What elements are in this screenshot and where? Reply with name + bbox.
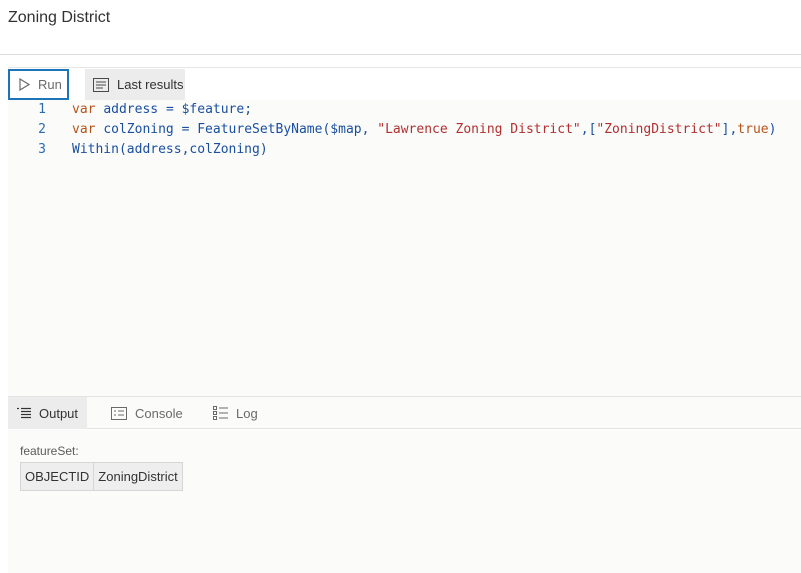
tab-output-label: Output — [39, 405, 79, 421]
last-results-button[interactable]: Last results — [85, 69, 185, 100]
code-editor[interactable]: 1 var address = $feature; 2 var colZonin… — [8, 100, 801, 396]
editor-toolbar: Run Last results — [8, 67, 801, 100]
run-button[interactable]: Run — [8, 69, 69, 100]
code-text: Within(address,colZoning) — [72, 142, 268, 157]
output-list-icon — [17, 407, 31, 419]
title-bar: Zoning District — [0, 0, 801, 55]
line-number: 3 — [38, 142, 46, 157]
tab-console-label: Console — [135, 405, 183, 421]
column-header-objectid[interactable]: OBJECTID — [19, 462, 95, 491]
tab-log-label: Log — [236, 405, 258, 421]
page-title: Zoning District — [8, 9, 111, 26]
code-text: var address = $feature; — [72, 102, 253, 117]
play-icon — [19, 78, 30, 91]
code-text: var colZoning = FeatureSetByName($map, "… — [72, 122, 777, 137]
code-line-1: 1 var address = $feature; — [8, 100, 252, 120]
output-tabs: Output Console Log — [8, 396, 801, 429]
featureset-label: featureSet: — [20, 444, 79, 458]
results-panel: featureSet: OBJECTID ZoningDistrict — [8, 430, 801, 573]
code-line-2: 2 var colZoning = FeatureSetByName($map,… — [8, 120, 776, 140]
results-table-icon — [93, 77, 109, 92]
run-button-label: Run — [38, 77, 62, 92]
console-icon — [111, 406, 127, 420]
tab-output[interactable]: Output — [8, 397, 87, 429]
tab-log[interactable]: Log — [204, 397, 274, 429]
line-number: 1 — [38, 102, 46, 117]
line-number: 2 — [38, 122, 46, 137]
last-results-label: Last results — [117, 77, 184, 92]
results-table: OBJECTID ZoningDistrict — [19, 462, 183, 491]
code-line-3: 3 Within(address,colZoning) — [8, 140, 268, 160]
tab-console[interactable]: Console — [102, 397, 192, 429]
column-header-zoningdistrict[interactable]: ZoningDistrict — [93, 462, 183, 491]
log-list-icon — [213, 406, 228, 420]
